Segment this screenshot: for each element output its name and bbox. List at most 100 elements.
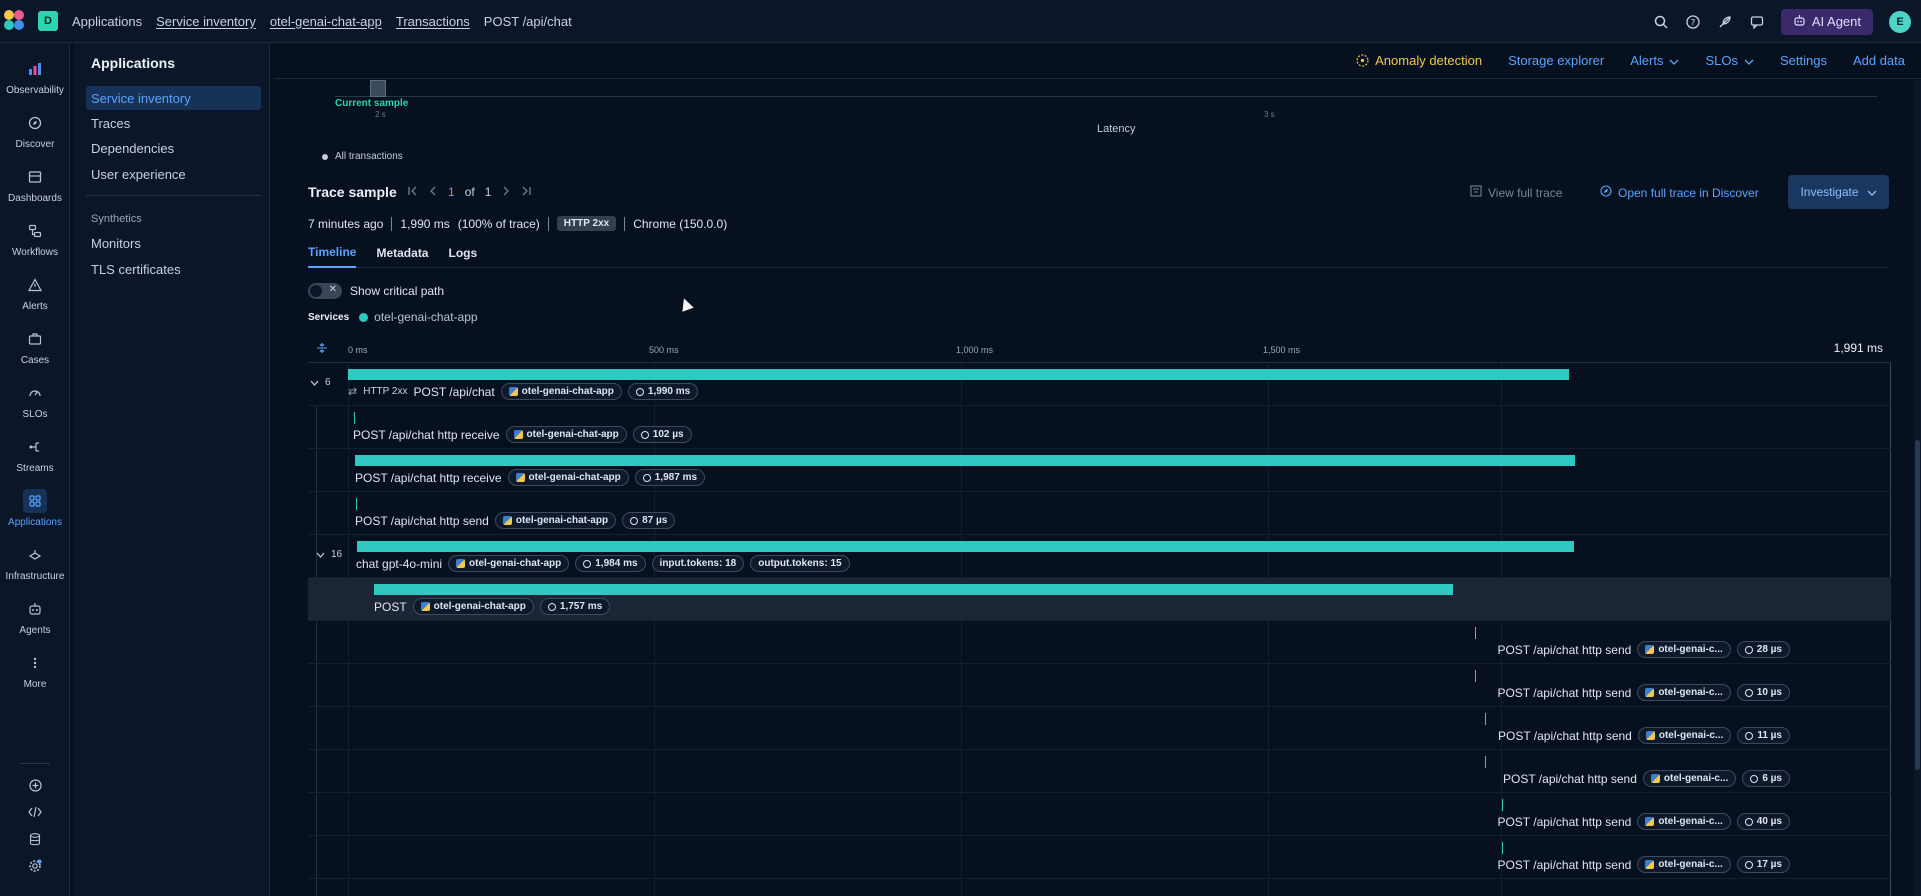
span-row[interactable]: POST /api/chat http send otel-genai-c... 2… — [308, 621, 1891, 664]
settings-gear-icon[interactable] — [0, 854, 70, 878]
duration-badge[interactable]: 1,984 ms — [575, 555, 646, 572]
rail-item-discover[interactable]: Discover — [0, 105, 70, 155]
service-legend-item[interactable]: otel-genai-chat-app — [359, 310, 478, 324]
span-bar[interactable] — [354, 412, 356, 424]
service-badge[interactable]: otel-genai-c... — [1637, 727, 1732, 744]
span-row[interactable]: 6 ⇄ HTTP 2xx POST /api/chat otel-genai-chat-… — [308, 363, 1891, 406]
span-bar[interactable] — [374, 584, 1453, 595]
avatar[interactable]: E — [1889, 10, 1911, 33]
span-bar[interactable] — [1501, 842, 1503, 854]
add-data-link[interactable]: Add data — [1853, 53, 1905, 68]
span-bar[interactable] — [356, 541, 1575, 552]
service-badge[interactable]: otel-genai-chat-app — [507, 469, 629, 486]
chat-icon[interactable] — [1749, 14, 1765, 30]
rail-item-alerts[interactable]: Alerts — [0, 267, 70, 317]
code-icon[interactable] — [0, 800, 70, 824]
ai-agent-button[interactable]: AI Agent — [1780, 8, 1873, 35]
prev-page-icon[interactable] — [428, 185, 438, 199]
breadcrumb-service[interactable]: otel-genai-chat-app — [270, 14, 382, 29]
search-icon[interactable] — [1653, 14, 1669, 30]
service-badge[interactable]: otel-genai-c... — [1637, 813, 1731, 830]
span-row[interactable]: 16 chat gpt-4o-mini otel-genai-chat-app 1,9… — [308, 535, 1891, 578]
span-row[interactable]: POST /api/chat http send otel-genai-c... 1… — [308, 664, 1891, 707]
storage-explorer-link[interactable]: Storage explorer — [1508, 53, 1604, 68]
feather-icon[interactable] — [1717, 14, 1733, 30]
settings-link[interactable]: Settings — [1780, 53, 1827, 68]
rail-item-slos[interactable]: SLOs — [0, 375, 70, 425]
service-badge[interactable]: otel-genai-c... — [1637, 856, 1731, 873]
help-icon[interactable]: ? — [1685, 14, 1701, 30]
rail-item-streams[interactable]: Streams — [0, 429, 70, 479]
latency-legend[interactable]: All transactions — [322, 151, 403, 162]
rail-item-observability[interactable]: Observability — [0, 51, 70, 101]
service-badge[interactable]: otel-genai-c... — [1637, 684, 1731, 701]
rail-item-applications[interactable]: Applications — [0, 483, 70, 533]
nav-service-inventory[interactable]: Service inventory — [86, 86, 261, 110]
span-row[interactable]: POST /api/chat http send otel-genai-c... 6… — [308, 750, 1891, 793]
output-tokens-badge[interactable]: output.tokens: 15 — [750, 555, 850, 572]
service-badge[interactable]: otel-genai-c... — [1637, 641, 1731, 658]
rail-item-agents[interactable]: Agents — [0, 591, 70, 641]
service-badge[interactable]: otel-genai-chat-app — [448, 555, 570, 572]
rail-item-more[interactable]: More — [0, 645, 70, 695]
next-page-icon[interactable] — [501, 185, 511, 199]
expand-toggle[interactable]: 6 — [310, 377, 331, 388]
add-icon[interactable] — [0, 773, 70, 797]
breadcrumb-transactions[interactable]: Transactions — [396, 14, 470, 29]
breadcrumb-applications[interactable]: Applications — [72, 14, 142, 29]
tab-timeline[interactable]: Timeline — [308, 238, 357, 268]
last-page-icon[interactable] — [521, 185, 532, 199]
duration-badge[interactable]: 87 µs — [622, 512, 676, 529]
tab-logs[interactable]: Logs — [448, 238, 477, 268]
tab-metadata[interactable]: Metadata — [376, 238, 428, 268]
duration-badge[interactable]: 40 µs — [1736, 813, 1790, 830]
first-page-icon[interactable] — [408, 185, 418, 199]
rail-item-infrastructure[interactable]: Infrastructure — [0, 537, 70, 587]
input-tokens-badge[interactable]: input.tokens: 18 — [651, 555, 745, 572]
investigate-button[interactable]: Investigate — [1788, 175, 1889, 209]
duration-badge[interactable]: 10 µs — [1736, 684, 1790, 701]
breadcrumb-service-inventory[interactable]: Service inventory — [156, 14, 256, 29]
nav-user-experience[interactable]: User experience — [86, 162, 261, 186]
rail-item-workflows[interactable]: Workflows — [0, 213, 70, 263]
nav-traces[interactable]: Traces — [86, 111, 261, 135]
nav-monitors[interactable]: Monitors — [86, 231, 261, 255]
database-icon[interactable] — [0, 827, 70, 851]
span-bar[interactable] — [1485, 756, 1487, 768]
service-badge[interactable]: otel-genai-chat-app — [505, 426, 627, 443]
duration-badge[interactable]: 102 µs — [632, 426, 692, 443]
expand-toggle[interactable]: 16 — [316, 549, 342, 560]
service-badge[interactable]: otel-genai-chat-app — [412, 598, 534, 615]
span-row[interactable]: POST /api/chat http send otel-genai-chat-… — [308, 492, 1891, 535]
duration-badge[interactable]: 6 µs — [1742, 770, 1790, 787]
span-bar[interactable] — [1501, 799, 1503, 811]
duration-badge[interactable]: 17 µs — [1736, 856, 1790, 873]
view-full-trace-button[interactable]: View full trace — [1470, 185, 1562, 200]
duration-badge[interactable]: 1,990 ms — [627, 383, 699, 400]
scrollbar-thumb[interactable] — [1915, 440, 1920, 770]
service-badge[interactable]: otel-genai-chat-app — [500, 383, 622, 400]
service-badge[interactable]: otel-genai-chat-app — [494, 512, 617, 529]
open-trace-in-discover-link[interactable]: Open full trace in Discover — [1600, 185, 1759, 200]
span-bar[interactable] — [355, 498, 357, 510]
collapse-all-icon[interactable] — [316, 342, 328, 357]
duration-badge[interactable]: 1,987 ms — [634, 469, 706, 486]
span-bar[interactable] — [348, 369, 1570, 380]
nav-dependencies[interactable]: Dependencies — [86, 136, 261, 160]
space-badge[interactable]: D — [38, 11, 58, 31]
rail-item-cases[interactable]: Cases — [0, 321, 70, 371]
service-badge[interactable]: otel-genai-c... — [1642, 770, 1737, 787]
alerts-menu[interactable]: Alerts — [1630, 53, 1679, 68]
span-row[interactable]: POST /api/chat http send otel-genai-c... 4… — [308, 793, 1891, 836]
elastic-logo-icon[interactable] — [4, 10, 26, 32]
span-row[interactable]: POST /api/chat http receive otel-genai-ch… — [308, 406, 1891, 449]
span-bar[interactable] — [355, 455, 1575, 466]
duration-badge[interactable]: 1,757 ms — [539, 598, 611, 615]
span-bar[interactable] — [1474, 670, 1476, 682]
current-sample-bar[interactable] — [370, 80, 386, 97]
span-row[interactable]: POST /api/chat http send otel-genai-c... 1… — [308, 707, 1891, 750]
span-bar[interactable] — [1474, 627, 1476, 639]
duration-badge[interactable]: 28 µs — [1736, 641, 1790, 658]
slos-menu[interactable]: SLOs — [1705, 53, 1754, 68]
critical-path-toggle[interactable]: ✕ — [308, 283, 342, 299]
